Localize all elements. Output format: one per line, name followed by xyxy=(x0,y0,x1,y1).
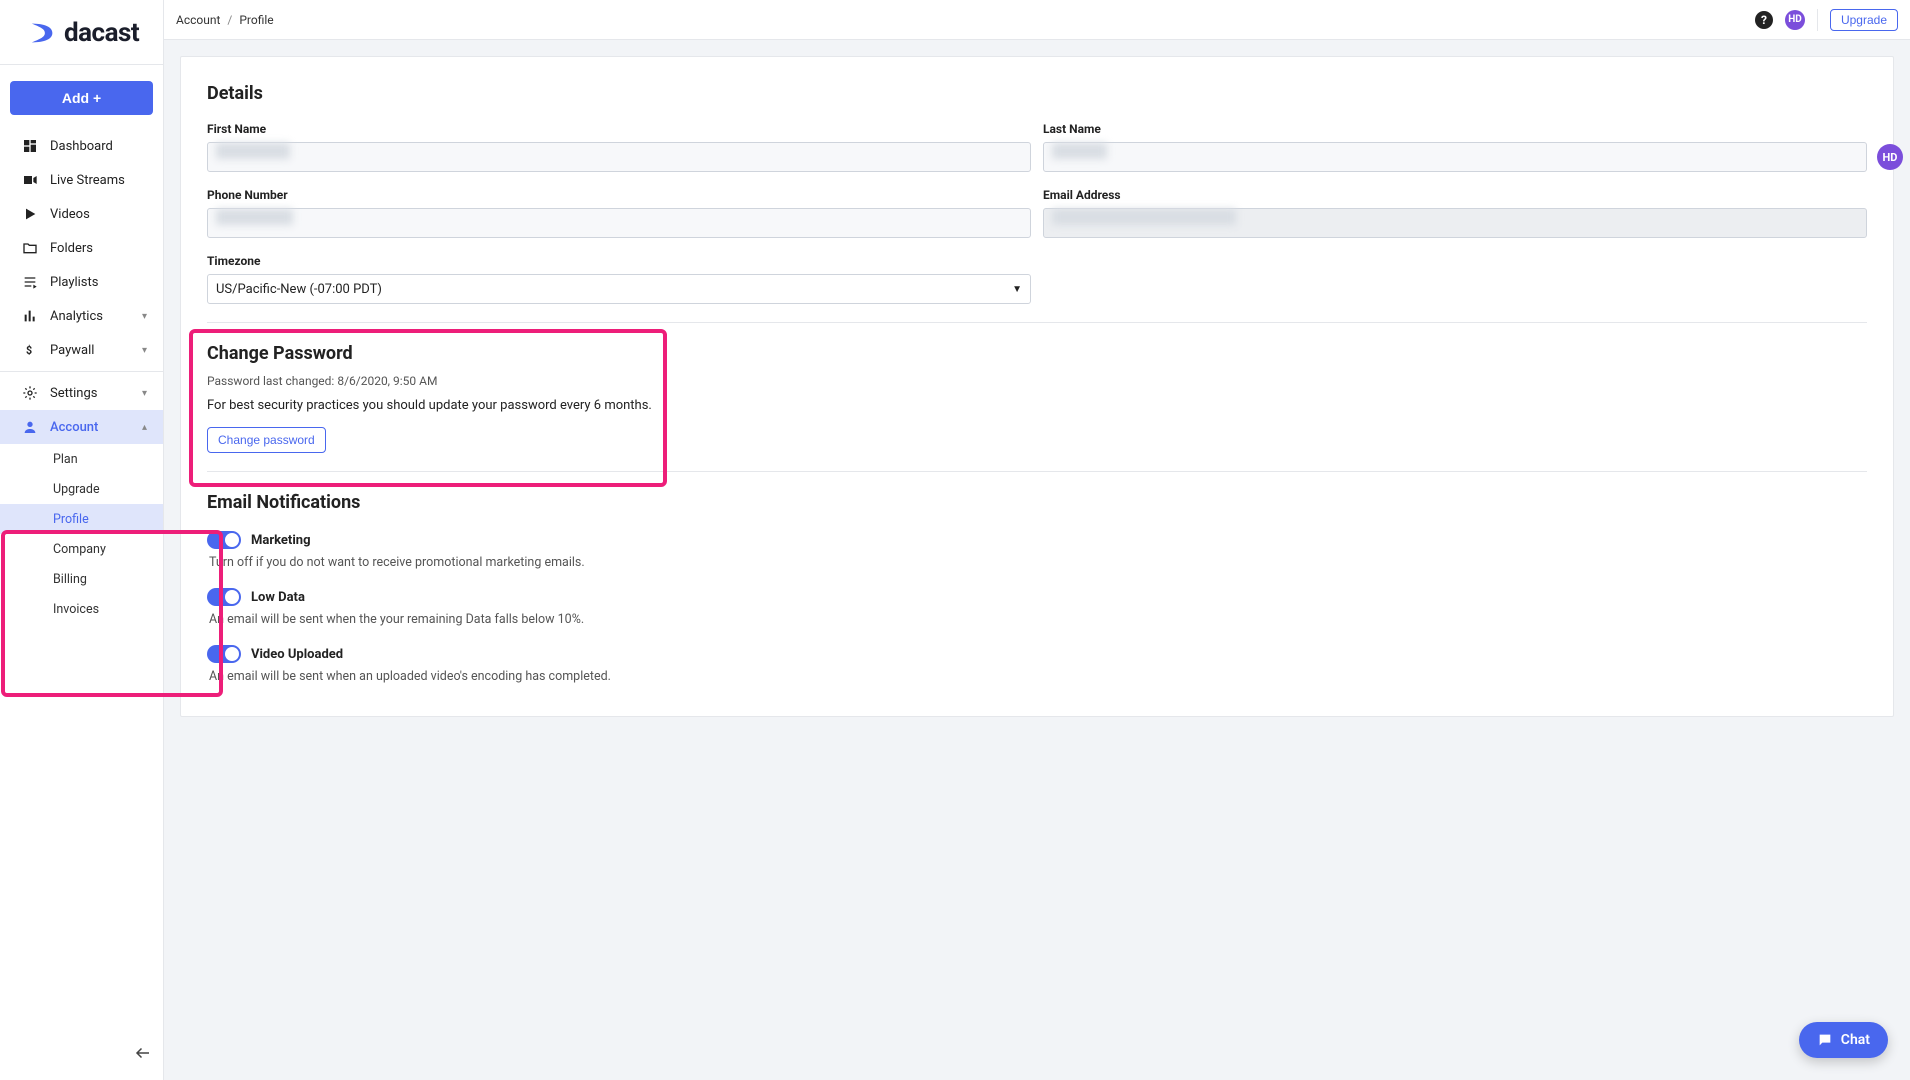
help-icon[interactable]: ? xyxy=(1755,11,1773,29)
sidebar-item-dashboard[interactable]: Dashboard xyxy=(0,129,163,163)
sidebar: dacast Add + Dashboard Live Streams Vide… xyxy=(0,0,164,1080)
topbar-right: ? HD Upgrade xyxy=(1755,9,1898,31)
chevron-up-icon: ▴ xyxy=(142,422,147,433)
bar-chart-icon xyxy=(22,308,38,324)
brand-name: dacast xyxy=(64,18,139,48)
toggle-desc: An email will be sent when an uploaded v… xyxy=(209,669,1867,684)
toggle-desc: Turn off if you do not want to receive p… xyxy=(209,555,1867,570)
first-name-label: First Name xyxy=(207,122,1031,136)
sub-item-upgrade[interactable]: Upgrade xyxy=(0,474,163,504)
primary-nav: Dashboard Live Streams Videos Folders Pl… xyxy=(0,129,163,624)
account-submenu: Plan Upgrade Profile Company Billing Inv… xyxy=(0,444,163,624)
toggle-label: Marketing xyxy=(251,533,311,548)
divider xyxy=(207,322,1867,323)
change-password-button[interactable]: Change password xyxy=(207,427,326,453)
chevron-down-icon: ▾ xyxy=(142,311,147,322)
play-icon xyxy=(22,206,38,222)
chevron-down-icon: ▾ xyxy=(142,345,147,356)
divider xyxy=(207,471,1867,472)
chat-label: Chat xyxy=(1841,1032,1870,1048)
toggle-desc: An email will be sent when the your rema… xyxy=(209,612,1867,627)
toggle-label: Video Uploaded xyxy=(251,647,343,662)
nav-label: Folders xyxy=(50,241,93,256)
password-last-changed: Password last changed: 8/6/2020, 9:50 AM xyxy=(207,374,1867,388)
phone-input[interactable]: ████ ████ xyxy=(207,208,1031,238)
profile-avatar[interactable]: HD xyxy=(1877,144,1903,170)
timezone-label: Timezone xyxy=(207,254,1031,268)
nav-label: Dashboard xyxy=(50,139,113,154)
email-input: ████████████████████ xyxy=(1043,208,1867,238)
breadcrumb-item: Profile xyxy=(239,13,273,27)
last-name-input[interactable]: ██████ xyxy=(1043,142,1867,172)
notifications-title: Email Notifications xyxy=(207,492,1867,513)
sub-item-company[interactable]: Company xyxy=(0,534,163,564)
details-title: Details xyxy=(207,83,1867,104)
divider xyxy=(0,64,163,65)
timezone-value: US/Pacific-New (-07:00 PDT) xyxy=(216,282,382,297)
nav-label: Account xyxy=(50,420,98,435)
divider xyxy=(0,371,163,372)
add-button[interactable]: Add + xyxy=(10,81,153,115)
last-name-label: Last Name xyxy=(1043,122,1867,136)
folder-icon xyxy=(22,240,38,256)
sub-item-profile[interactable]: Profile xyxy=(0,504,163,534)
dashboard-icon xyxy=(22,138,38,154)
toggle-marketing[interactable] xyxy=(207,531,241,549)
profile-card: Details First Name ████████ Last Name ██… xyxy=(180,56,1894,717)
nav-label: Videos xyxy=(50,207,90,222)
playlist-icon xyxy=(22,274,38,290)
breadcrumb-separator: / xyxy=(227,13,232,27)
gear-icon xyxy=(22,385,38,401)
toggle-video-uploaded[interactable] xyxy=(207,645,241,663)
breadcrumb: Account / Profile xyxy=(176,13,274,27)
first-name-input[interactable]: ████████ xyxy=(207,142,1031,172)
sidebar-item-live-streams[interactable]: Live Streams xyxy=(0,163,163,197)
nav-label: Paywall xyxy=(50,343,94,358)
sidebar-item-folders[interactable]: Folders xyxy=(0,231,163,265)
password-help-text: For best security practices you should u… xyxy=(207,398,1867,413)
nav-label: Analytics xyxy=(50,309,103,324)
phone-label: Phone Number xyxy=(207,188,1031,202)
sidebar-item-paywall[interactable]: $ Paywall ▾ xyxy=(0,333,163,367)
sidebar-item-account[interactable]: Account ▴ xyxy=(0,410,163,444)
nav-label: Playlists xyxy=(50,275,98,290)
arrow-left-icon xyxy=(134,1044,152,1062)
video-cam-icon xyxy=(22,172,38,188)
email-label: Email Address xyxy=(1043,188,1867,202)
chevron-down-icon: ▾ xyxy=(142,388,147,399)
timezone-select[interactable]: US/Pacific-New (-07:00 PDT) ▼ xyxy=(207,274,1031,304)
nav-label: Live Streams xyxy=(50,173,125,188)
dollar-icon: $ xyxy=(22,342,38,358)
sub-item-invoices[interactable]: Invoices xyxy=(0,594,163,624)
nav-label: Settings xyxy=(50,386,97,401)
logo-mark-icon xyxy=(28,18,58,48)
chevron-down-icon: ▼ xyxy=(1012,284,1022,295)
chat-icon xyxy=(1817,1032,1833,1048)
collapse-sidebar-button[interactable] xyxy=(134,1044,152,1066)
breadcrumb-item[interactable]: Account xyxy=(176,13,220,27)
user-avatar[interactable]: HD xyxy=(1785,10,1805,30)
sub-item-plan[interactable]: Plan xyxy=(0,444,163,474)
main: Account / Profile ? HD Upgrade Details F… xyxy=(164,0,1910,1080)
person-icon xyxy=(22,419,38,435)
content: Details First Name ████████ Last Name ██… xyxy=(164,40,1910,1080)
sub-item-billing[interactable]: Billing xyxy=(0,564,163,594)
divider xyxy=(1817,9,1818,31)
sidebar-item-analytics[interactable]: Analytics ▾ xyxy=(0,299,163,333)
sidebar-item-settings[interactable]: Settings ▾ xyxy=(0,376,163,410)
chat-button[interactable]: Chat xyxy=(1799,1022,1888,1058)
svg-text:$: $ xyxy=(26,344,32,357)
password-title: Change Password xyxy=(207,343,1867,364)
toggle-low-data[interactable] xyxy=(207,588,241,606)
sidebar-item-playlists[interactable]: Playlists xyxy=(0,265,163,299)
toggle-label: Low Data xyxy=(251,590,305,605)
sidebar-item-videos[interactable]: Videos xyxy=(0,197,163,231)
topbar: Account / Profile ? HD Upgrade xyxy=(164,0,1910,40)
brand-logo[interactable]: dacast xyxy=(0,0,163,60)
upgrade-button[interactable]: Upgrade xyxy=(1830,9,1898,31)
